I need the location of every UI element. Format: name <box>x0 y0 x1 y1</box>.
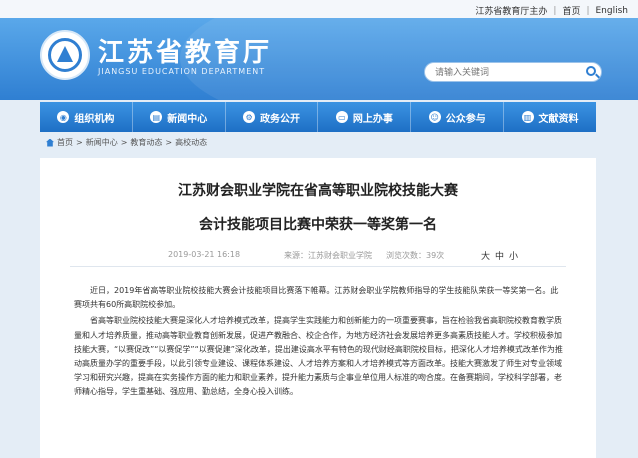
nav-label: 文献资料 <box>538 113 579 125</box>
search-input[interactable] <box>433 65 577 81</box>
article-paragraph: 省高等职业院校技能大赛是深化人才培养模式改革，提高学生实践能力和创新能力的一项重… <box>74 316 563 397</box>
breadcrumb-sep: > <box>76 138 83 147</box>
article-paragraph: 近日，2019年省高等职业院校技能大赛会计技能项目比赛落下帷幕。江苏财会职业学院… <box>74 286 559 310</box>
divider <box>70 266 566 267</box>
nav-item-news[interactable]: ▤ 新闻中心 <box>133 102 226 132</box>
font-size-small[interactable]: 小 <box>508 249 519 262</box>
gov-icon: ⚙ <box>243 111 256 123</box>
font-size-controls: 大 中 小 <box>480 249 519 262</box>
nav-label: 组织机构 <box>74 113 115 125</box>
nav-item-online[interactable]: ▭ 网上办事 <box>318 102 412 132</box>
people-icon: ☺ <box>428 111 441 123</box>
site-subtitle: JIANGSU EDUCATION DEPARTMENT <box>98 67 266 76</box>
logo-emblem-icon[interactable] <box>40 30 90 80</box>
font-size-large[interactable]: 大 <box>480 249 491 262</box>
nav-item-public[interactable]: ☺ 公众参与 <box>411 102 505 132</box>
top-links: 江苏省教育厅主办 | 首页 | English <box>475 4 629 18</box>
breadcrumb-item[interactable]: 新闻中心 <box>86 137 118 148</box>
article-title-line1: 江苏财会职业学院在省高等职业院校技能大赛 <box>178 183 458 199</box>
separator: | <box>553 5 557 16</box>
book-icon: ▥ <box>521 111 534 123</box>
breadcrumb-item[interactable]: 首页 <box>57 137 73 148</box>
top-bar: 江苏省教育厅主办 | 首页 | English <box>0 0 638 18</box>
article-body: 近日，2019年省高等职业院校技能大赛会计技能项目比赛落下帷幕。江苏财会职业学院… <box>74 284 564 402</box>
site-title[interactable]: 江苏省教育厅 <box>98 32 272 69</box>
sponsor-text: 江苏省教育厅主办 <box>475 7 548 17</box>
separator: | <box>586 5 590 16</box>
article-meta: 2019-03-21 16:18 来源：江苏财会职业学院 浏览次数：39次 大 … <box>40 250 596 264</box>
breadcrumb-sep: > <box>165 138 173 147</box>
home-icon <box>46 138 54 147</box>
main-nav: ◉ 组织机构 ▤ 新闻中心 ⚙ 政务公开 ▭ 网上办事 ☺ 公众参与 ▥ 文献资料 <box>40 102 596 132</box>
nav-label: 新闻中心 <box>167 113 208 125</box>
article-source: 来源：江苏财会职业学院 <box>284 251 372 260</box>
article-views: 浏览次数：39次 <box>386 251 445 260</box>
article-title-line2: 会计技能项目比赛中荣获一等奖第一名 <box>199 217 437 233</box>
breadcrumb-item[interactable]: 教育动态 <box>130 137 162 148</box>
article-card: 江苏财会职业学院在省高等职业院校技能大赛 会计技能项目比赛中荣获一等奖第一名 2… <box>40 158 596 458</box>
article-date: 2019-03-21 16:18 <box>168 250 241 259</box>
breadcrumb-item[interactable]: 高校动态 <box>175 137 207 148</box>
search-box <box>424 62 602 82</box>
nav-item-org[interactable]: ◉ 组织机构 <box>40 102 133 132</box>
nav-item-docs[interactable]: ▥ 文献资料 <box>504 102 596 132</box>
breadcrumb: 首页 > 新闻中心 > 教育动态 > 高校动态 <box>46 137 207 148</box>
english-link[interactable]: English <box>596 6 629 16</box>
monitor-icon: ▭ <box>335 111 348 123</box>
nav-label: 网上办事 <box>352 113 393 125</box>
nav-item-gov[interactable]: ⚙ 政务公开 <box>226 102 319 132</box>
org-icon: ◉ <box>57 111 70 123</box>
home-link[interactable]: 首页 <box>562 4 580 17</box>
site-header: 江苏省教育厅 JIANGSU EDUCATION DEPARTMENT <box>0 18 638 100</box>
news-icon: ▤ <box>150 111 163 123</box>
search-icon[interactable] <box>586 66 596 76</box>
font-size-medium[interactable]: 中 <box>494 249 505 262</box>
breadcrumb-sep: > <box>120 138 128 147</box>
nav-label: 公众参与 <box>445 113 486 125</box>
nav-label: 政务公开 <box>260 113 301 125</box>
